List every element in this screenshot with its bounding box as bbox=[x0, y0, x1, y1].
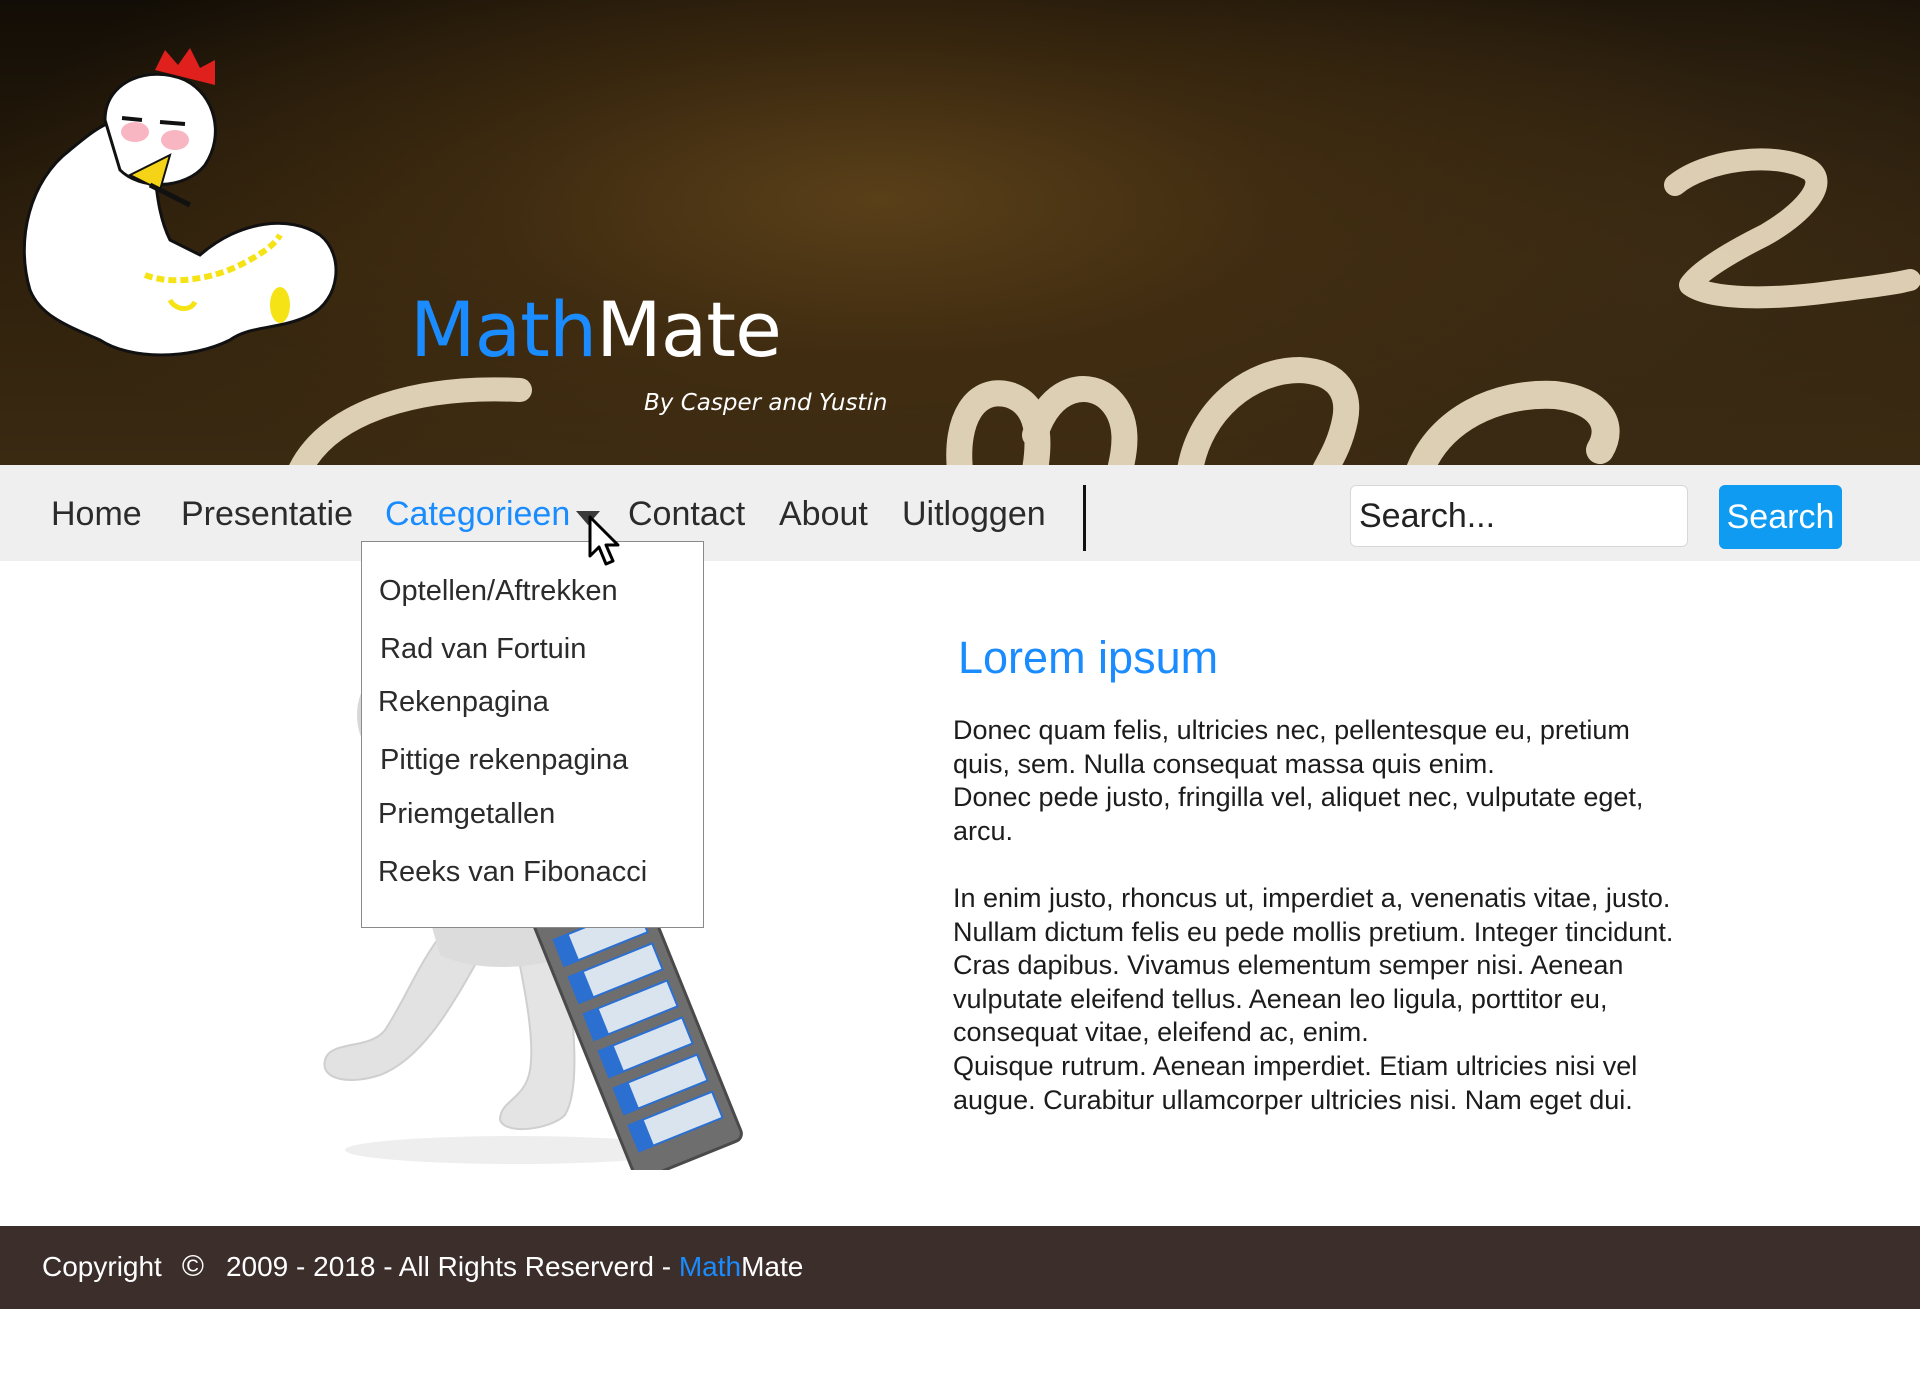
footer-copyright-label: Copyright bbox=[42, 1251, 162, 1282]
dropdown-item-optellen-aftrekken[interactable]: Optellen/Aftrekken bbox=[379, 575, 618, 608]
nav-categorieen[interactable]: Categorieen bbox=[385, 495, 570, 534]
nav-presentatie[interactable]: Presentatie bbox=[181, 495, 353, 534]
search-button[interactable]: Search bbox=[1719, 485, 1842, 549]
main-navbar: Home Presentatie Categorieen Contact Abo… bbox=[0, 465, 1920, 561]
mouse-pointer-icon bbox=[588, 515, 620, 566]
chicken-logo bbox=[22, 48, 338, 357]
site-footer: Copyright © 2009 - 2018 - All Rights Reser… bbox=[0, 1226, 1920, 1309]
search-input[interactable] bbox=[1350, 485, 1688, 547]
brand-title: MathMate bbox=[410, 292, 782, 368]
dropdown-item-rad-van-fortuin[interactable]: Rad van Fortuin bbox=[380, 633, 586, 666]
footer-brand-math: Math bbox=[678, 1251, 742, 1282]
brand-byline: By Casper and Yustin bbox=[644, 390, 888, 416]
footer-years: 2009 - 2018 - All Rights Reserverd - bbox=[225, 1251, 679, 1282]
footer-copyright-line: Copyright © 2009 - 2018 - All Rights Reser… bbox=[42, 1250, 803, 1284]
brand-mate: Mate bbox=[596, 285, 782, 374]
dropdown-item-reeks-van-fibonacci[interactable]: Reeks van Fibonacci bbox=[378, 856, 647, 889]
nav-contact[interactable]: Contact bbox=[628, 495, 745, 534]
nav-uitloggen[interactable]: Uitloggen bbox=[902, 495, 1046, 534]
dropdown-item-pittige-rekenpagina[interactable]: Pittige rekenpagina bbox=[380, 744, 628, 777]
nav-about[interactable]: About bbox=[779, 495, 868, 534]
categories-dropdown-menu: Optellen/Aftrekken Rad van Fortuin Reken… bbox=[361, 541, 704, 928]
dropdown-item-priemgetallen[interactable]: Priemgetallen bbox=[378, 798, 555, 831]
dropdown-item-rekenpagina[interactable]: Rekenpagina bbox=[378, 686, 549, 719]
copyright-icon: © bbox=[181, 1250, 204, 1283]
content-heading: Lorem ipsum bbox=[958, 632, 1219, 683]
footer-brand-mate: Mate bbox=[741, 1251, 804, 1282]
site-header: MathMate By Casper and Yustin bbox=[0, 0, 1920, 465]
nav-home[interactable]: Home bbox=[51, 495, 142, 534]
content-body-text: Donec quam felis, ultricies nec, pellent… bbox=[953, 715, 1674, 1115]
brand-math: Math bbox=[410, 285, 597, 374]
nav-divider bbox=[1083, 485, 1086, 551]
